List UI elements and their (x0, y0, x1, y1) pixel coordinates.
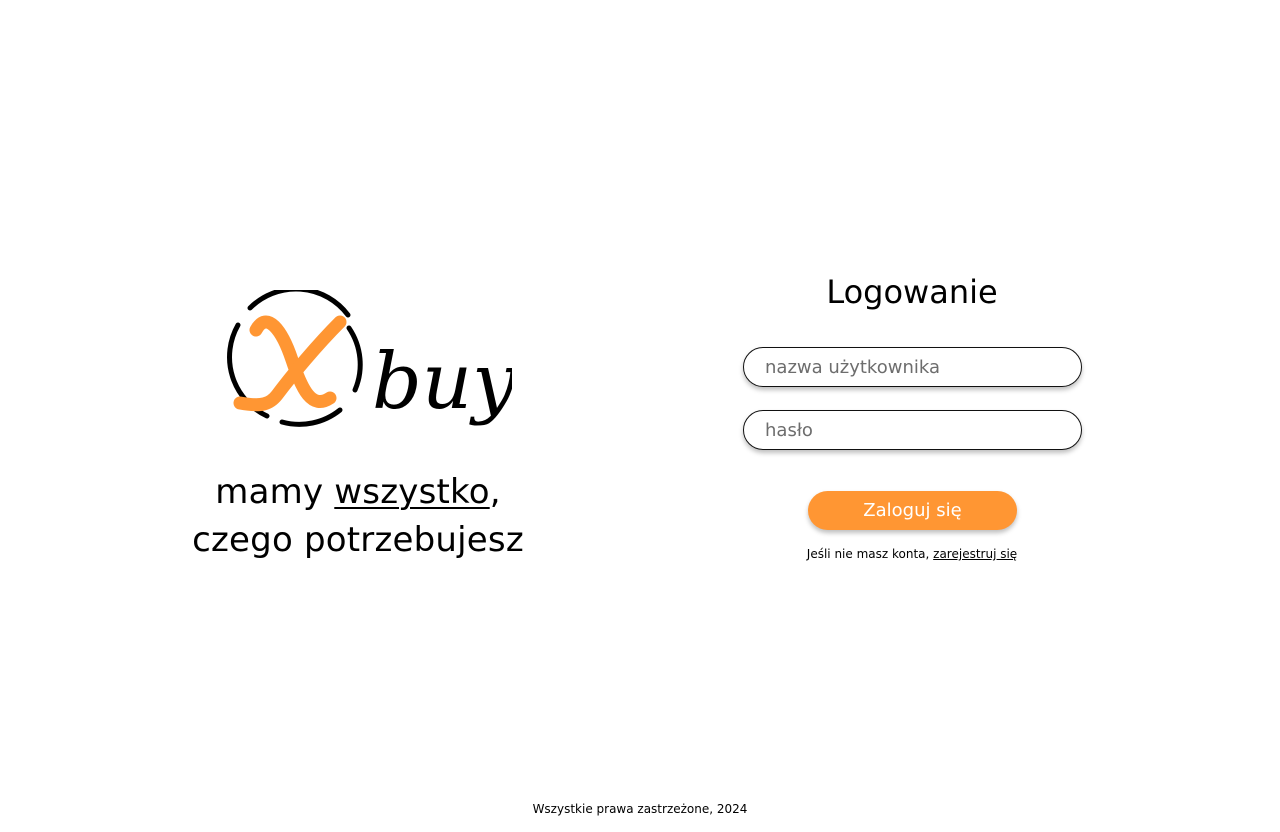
footer-copyright: Wszystkie prawa zastrzeżone, 2024 (532, 802, 748, 816)
login-page: buy mamy wszystko, czego potrzebujesz Lo… (0, 0, 1280, 832)
tagline-highlight: wszystko (334, 472, 490, 512)
login-button[interactable]: Zaloguj się (808, 491, 1017, 530)
register-link[interactable]: zarejestruj się (933, 547, 1017, 561)
tagline-comma: , (489, 472, 501, 512)
logo-x-stroke-1 (249, 315, 337, 408)
username-input[interactable] (765, 348, 1065, 386)
logo-wordmark: buy (372, 337, 512, 427)
password-field (743, 410, 1082, 450)
password-input[interactable] (765, 411, 1065, 449)
register-prompt: Jeśli nie masz konta, zarejestruj się (741, 545, 1083, 563)
tagline: mamy wszystko, czego potrzebujesz (158, 468, 558, 564)
register-prompt-text: Jeśli nie masz konta, (806, 547, 934, 561)
tagline-line-1: mamy wszystko, (158, 468, 558, 516)
tagline-line-2: czego potrzebujesz (192, 520, 524, 560)
logo-circle-top-arc (247, 290, 351, 318)
logo-circle-right-arc (346, 325, 363, 393)
login-title: Logowanie (826, 273, 998, 311)
username-field (743, 347, 1082, 387)
logo-circle-bottom-arc (279, 407, 343, 427)
xbuy-logo: buy (227, 290, 512, 427)
tagline-prefix: mamy (215, 472, 335, 512)
